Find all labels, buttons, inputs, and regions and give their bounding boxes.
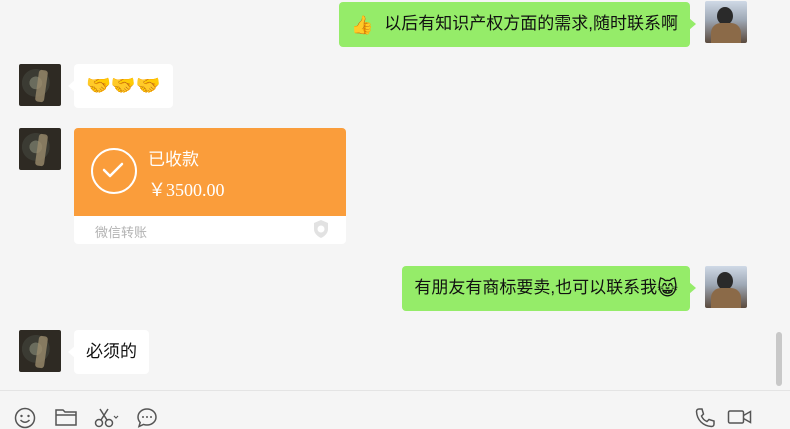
input-toolbar [0, 390, 790, 429]
folder-icon[interactable] [54, 407, 78, 427]
video-call-icon[interactable] [727, 407, 753, 427]
message-text: 有朋友有商标要卖,也可以联系我 [414, 278, 658, 297]
transfer-card-footer: 微信转账 [74, 216, 346, 244]
cat-face-icon: 😸 [657, 278, 678, 300]
chat-message-area[interactable]: 👍 以后有知识产权方面的需求,随时联系啊 🤝🤝🤝 已收款 ￥3500.00 微信… [0, 0, 790, 390]
transfer-card[interactable]: 已收款 ￥3500.00 微信转账 [74, 128, 346, 244]
message-text: 🤝🤝🤝 [86, 75, 161, 97]
message-bubble-outgoing[interactable]: 👍 以后有知识产权方面的需求,随时联系啊 [339, 2, 696, 47]
avatar[interactable] [19, 330, 61, 372]
message-bubble-incoming[interactable]: 🤝🤝🤝 [68, 64, 173, 108]
thumbs-up-icon: 👍 [351, 15, 374, 35]
check-icon [91, 148, 137, 194]
transfer-card-header: 已收款 ￥3500.00 [74, 128, 346, 216]
scrollbar-thumb[interactable] [776, 332, 782, 386]
message-bubble-incoming[interactable]: 必须的 [68, 330, 149, 374]
message-text: 以后有知识产权方面的需求,随时联系啊 [384, 14, 678, 33]
transfer-status: 已收款 [148, 150, 199, 169]
transfer-amount: ￥3500.00 [148, 180, 225, 200]
shield-icon [314, 220, 328, 238]
avatar[interactable] [19, 64, 61, 106]
avatar[interactable] [705, 1, 747, 43]
message-bubble-outgoing[interactable]: 有朋友有商标要卖,也可以联系我😸 [402, 266, 696, 311]
transfer-source-label: 微信转账 [95, 225, 148, 240]
avatar[interactable] [19, 128, 61, 170]
message-text: 必须的 [86, 342, 137, 361]
avatar[interactable] [705, 266, 747, 308]
